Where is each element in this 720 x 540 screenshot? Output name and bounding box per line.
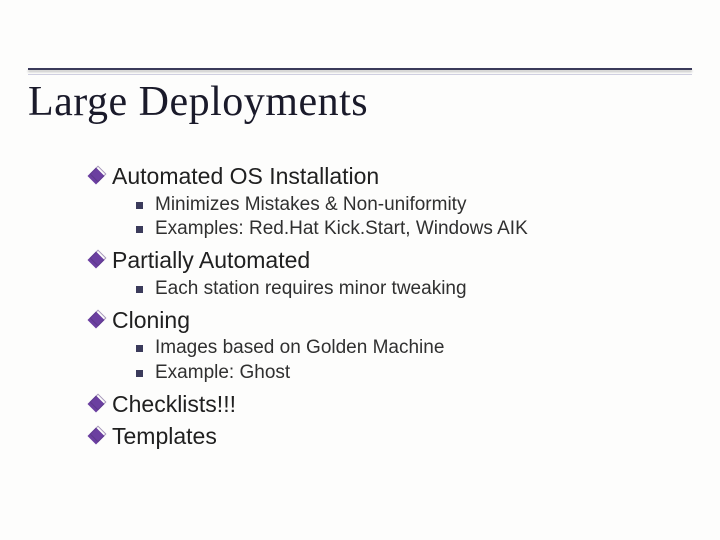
diamond-bullet-icon [90,170,102,182]
bullet-l1: Partially Automated [90,246,680,275]
square-bullet-icon [136,286,143,293]
bullet-l1-label: Checklists!!! [112,390,236,419]
sublist: Images based on Golden Machine Example: … [136,336,680,385]
slide-body: Automated OS Installation Minimizes Mist… [90,158,680,451]
bullet-l2-label: Minimizes Mistakes & Non-uniformity [155,193,466,218]
diamond-bullet-icon [90,314,102,326]
bullet-l1-label: Templates [112,422,217,451]
bullet-l2: Each station requires minor tweaking [136,277,680,302]
diamond-bullet-icon [90,430,102,442]
bullet-l2-label: Each station requires minor tweaking [155,277,467,302]
title-rule [28,68,692,70]
diamond-bullet-icon [90,254,102,266]
slide-title: Large Deployments [28,78,368,126]
bullet-l1-label: Automated OS Installation [112,162,379,191]
bullet-l2: Minimizes Mistakes & Non-uniformity [136,193,680,218]
bullet-l1-label: Cloning [112,306,190,335]
bullet-l1: Automated OS Installation [90,162,680,191]
bullet-l2: Example: Ghost [136,361,680,386]
bullet-l1-label: Partially Automated [112,246,310,275]
bullet-l2: Images based on Golden Machine [136,336,680,361]
sublist: Each station requires minor tweaking [136,277,680,302]
diamond-bullet-icon [90,398,102,410]
bullet-l2-label: Example: Ghost [155,361,290,386]
sublist: Minimizes Mistakes & Non-uniformity Exam… [136,193,680,242]
bullet-l2-label: Images based on Golden Machine [155,336,444,361]
bullet-l2: Examples: Red.Hat Kick.Start, Windows AI… [136,217,680,242]
bullet-l2-label: Examples: Red.Hat Kick.Start, Windows AI… [155,217,528,242]
square-bullet-icon [136,226,143,233]
bullet-l1: Checklists!!! [90,390,680,419]
bullet-l1: Cloning [90,306,680,335]
square-bullet-icon [136,370,143,377]
square-bullet-icon [136,202,143,209]
slide: Large Deployments Automated OS Installat… [0,0,720,540]
bullet-l1: Templates [90,422,680,451]
square-bullet-icon [136,345,143,352]
